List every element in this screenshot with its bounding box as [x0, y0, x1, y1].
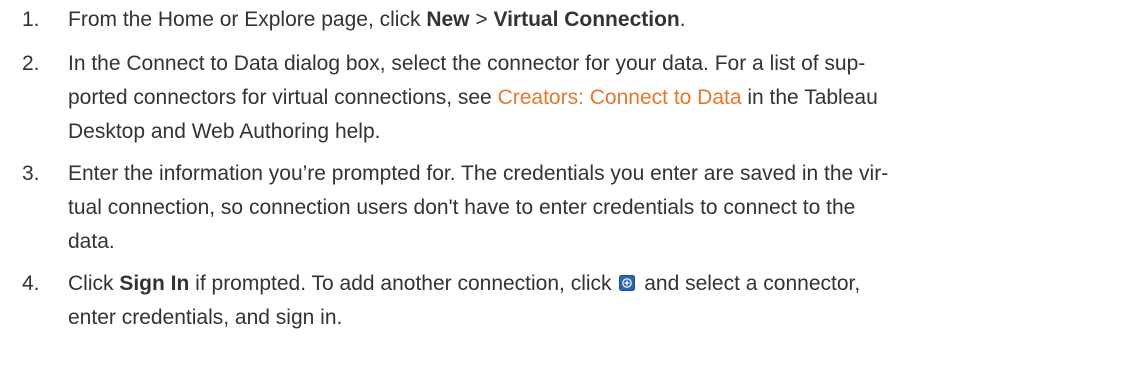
step-text: From the Home or Explore page, click: [68, 8, 427, 31]
step-text: tual connection, so connection users don…: [68, 196, 856, 219]
step-text: data.: [68, 230, 115, 253]
step-4: 4. Click Sign In if prompted. To add ano…: [0, 267, 1131, 335]
step-text: Click: [68, 272, 120, 295]
step-text: in the Tableau: [741, 86, 878, 109]
step-text: .: [679, 8, 686, 31]
step-2: 2. In the Connect to Data dialog box, se…: [0, 47, 1131, 149]
step-text: enter credentials, and sign in.: [68, 306, 343, 329]
add-connection-icon: [619, 268, 636, 291]
creators-connect-link[interactable]: Creators: Connect to Data: [498, 86, 742, 109]
step-text: ported connectors for virtual connection…: [68, 86, 498, 109]
step-number: 3.: [22, 162, 40, 185]
step-text: In the Connect to Data dialog box, selec…: [68, 52, 866, 75]
menu-new: New: [426, 8, 470, 31]
menu-virtual-connection: Virtual Connection: [493, 8, 680, 31]
step-number: 4.: [22, 272, 40, 295]
help-page: 1. From the Home or Explore page, click …: [0, 0, 1131, 383]
step-3: 3. Enter the information you’re prompted…: [0, 157, 1131, 259]
step-1: 1. From the Home or Explore page, click …: [0, 3, 1131, 37]
step-text: if prompted. To add another connection, …: [189, 272, 618, 295]
instruction-steps: 1. From the Home or Explore page, click …: [0, 0, 1131, 335]
sign-in-label: Sign In: [119, 272, 190, 295]
step-text: and select a connector,: [638, 272, 861, 295]
step-text: >: [469, 8, 494, 31]
step-text: Enter the information you’re prompted fo…: [68, 162, 889, 185]
step-number: 2.: [22, 52, 40, 75]
step-number: 1.: [22, 8, 40, 31]
step-text: Desktop and Web Authoring help.: [68, 120, 381, 143]
